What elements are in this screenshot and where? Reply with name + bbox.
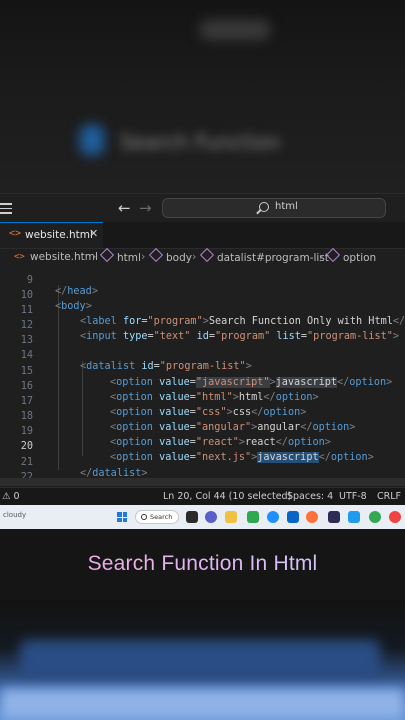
breadcrumb-chevron-icon: › [141,250,146,263]
edge-browser-icon[interactable] [267,511,279,523]
blurred-text: Search Function [120,130,281,154]
search-text: html [275,201,298,212]
command-center-search[interactable]: html [162,198,386,218]
breadcrumb-chevron-icon: › [192,250,197,263]
search-icon [259,202,269,212]
breadcrumb-item-option[interactable]: option [325,247,376,264]
windows-start-icon[interactable] [117,512,127,522]
app-icon[interactable] [247,511,259,523]
tab-label: website.html [25,229,93,241]
blurred-icon [80,125,104,155]
blurred-shape [200,20,270,40]
close-icon[interactable]: ✕ [89,227,98,240]
code-line: 22 [0,461,405,483]
vscode-icon[interactable] [348,511,360,523]
blurred-shape [20,640,380,680]
code-line: 10 <body> [0,279,405,312]
status-bar: ⚠ 0 Ln 20, Col 44 (10 selected) Spaces: … [0,487,405,506]
code-line: 9 </head> [0,266,405,297]
code-line: 19 <option value="react">react</option> [0,415,405,448]
element-icon [199,247,215,263]
breadcrumb-item-file[interactable]: website.html [30,251,98,263]
code-line: 12 <input type="text" id="program" list=… [0,309,405,342]
code-line: 14 <datalist id="program-list"> [0,339,405,372]
forward-arrow-icon[interactable]: → [139,199,152,217]
task-view-icon[interactable] [186,511,198,523]
breadcrumb: <> website.html › html › body › datalist… [0,247,405,266]
breadcrumb-chevron-icon: › [319,250,324,263]
problems-indicator[interactable]: ⚠ 0 [2,491,20,502]
back-arrow-icon[interactable]: ← [118,199,131,217]
html-file-icon: <> [9,228,22,239]
vscode-alt-icon[interactable] [328,511,340,523]
breadcrumb-item-datalist[interactable]: datalist#program-list [199,247,329,264]
breadcrumb-item-html[interactable]: html [99,247,141,264]
app-icon[interactable] [389,511,401,523]
weather-widget[interactable]: cloudy [3,511,26,519]
code-line: 13 [0,324,405,346]
code-line: 15 <option value="javascript">javascript… [0,355,405,388]
chrome-icon[interactable] [369,511,381,523]
element-icon [148,247,164,263]
code-line: 21 </datalist> [0,446,405,479]
hamburger-menu-icon[interactable] [0,203,12,214]
html-file-icon: <> [14,252,25,262]
tab-website-html[interactable]: <> website.html ✕ [0,222,103,248]
eol-setting[interactable]: CRLF [377,491,401,502]
code-line: 18 <option value="angular">angular</opti… [0,400,405,433]
code-line: 16 <option value="html">html</option> [0,370,405,403]
title-bar: ← → html [0,193,405,223]
search-label: Search [150,513,173,521]
taskbar-search[interactable]: Search [135,510,179,524]
tab-bar: <> website.html ✕ [0,222,405,249]
code-line: 17 <option value="css">css</option> [0,385,405,418]
firefox-icon[interactable] [306,511,318,523]
breadcrumb-item-body[interactable]: body [148,247,192,264]
code-editor[interactable]: 9 </head> 10 <body> 11 <label for="progr… [0,266,405,487]
cursor-position[interactable]: Ln 20, Col 44 (10 selected) [163,491,291,502]
video-title: Search Function In Html [0,552,405,576]
indentation-setting[interactable]: Spaces: 4 [287,491,333,502]
horizontal-scrollbar[interactable] [0,478,405,486]
blurred-background-bottom [0,600,405,720]
breadcrumb-chevron-icon: › [92,250,97,263]
search-icon [141,514,147,520]
element-icon [325,247,341,263]
encoding-setting[interactable]: UTF-8 [339,491,367,502]
element-icon [99,247,115,263]
blurred-background-top: Search Function [0,0,405,193]
mail-icon[interactable] [287,511,299,523]
code-line-active: 20 <option value="next.js">javascript</o… [0,430,405,463]
file-explorer-icon[interactable] [225,511,237,523]
chat-icon[interactable] [205,511,217,523]
windows-taskbar: cloudy Search [0,505,405,529]
code-line: 11 <label for="program">Search Function … [0,294,405,327]
blurred-shape [0,688,405,720]
